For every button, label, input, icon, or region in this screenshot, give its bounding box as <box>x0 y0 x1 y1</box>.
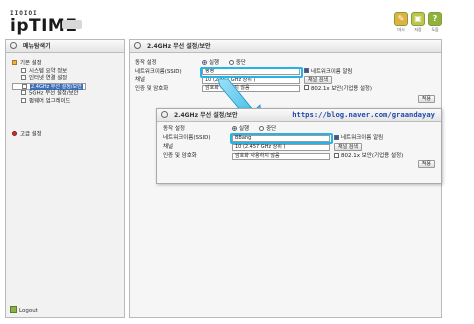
zoomed-form: 동작 설정 실행 중단 네트워크이름(SSID) BBang 네트워크이름 알림… <box>157 125 441 170</box>
menu-item-internet-settings[interactable]: 인터넷 연결 설정 <box>12 75 86 83</box>
zoom-row-apply: 적용 <box>157 160 441 170</box>
checkbox-icon <box>304 68 309 73</box>
menu-item-advanced-settings[interactable]: 고급 설정 <box>12 131 86 139</box>
model-name-blur <box>62 20 82 29</box>
zoom-ssid-highlight <box>230 133 333 144</box>
radio-icon <box>202 59 207 65</box>
advanced-dot-icon <box>12 131 17 136</box>
zoom-auth-select[interactable]: 암호화 사용하지 않음 <box>232 153 330 160</box>
save-icon[interactable]: ▣ <box>411 12 425 26</box>
ssid-highlight <box>200 67 303 78</box>
help-label: 도움 <box>431 27 439 32</box>
help-icon[interactable]: ? <box>428 12 442 26</box>
wireless-form: 동작 설정 실행 중단 네트워크이름(SSID) 빵빵 네트워크이름 알림 채널… <box>130 53 441 104</box>
menu-explorer-title: 메뉴탐색기 <box>6 40 124 53</box>
menu-explorer: 메뉴탐색기 기본 설정 시스템 요약 정보 인터넷 연결 설정 2.4GHz 무… <box>5 39 125 318</box>
wizard-label: 마시 <box>397 27 405 32</box>
search-icon <box>134 42 141 49</box>
checkbox-icon <box>334 152 339 158</box>
blog-watermark: https://blog.naver.com/graandayay <box>292 110 435 119</box>
zoom-channel-select[interactable]: 10 (2.457 GHz 상위 ) <box>232 143 330 151</box>
dot1x-checkbox[interactable]: 802.1x 보안(기업용 설정) <box>304 85 372 94</box>
auth-select[interactable]: 암호화 사용하지 않음 <box>202 85 300 93</box>
logout-icon <box>10 306 17 313</box>
radio-icon <box>228 59 234 65</box>
folder-icon <box>12 60 17 65</box>
menu-item-wireless-5ghz[interactable]: 5GHz 무선 설정/보안 <box>12 90 86 98</box>
checkbox-icon <box>304 85 309 90</box>
menu-item-basic-settings[interactable]: 기본 설정 <box>12 60 86 68</box>
logout-link[interactable]: Logout <box>10 306 38 314</box>
search-icon <box>10 42 17 49</box>
apply-button[interactable]: 적용 <box>417 95 435 103</box>
page-icon <box>21 97 26 103</box>
wireless-settings-title: 2.4GHz 무선 설정/보안 <box>130 40 441 53</box>
zoom-channel-search-button[interactable]: 채널 검색 <box>334 143 362 151</box>
page-icon <box>22 83 27 89</box>
zoom-dot1x-checkbox[interactable]: 802.1x 보안(기업용 설정) <box>334 152 403 161</box>
zoom-hide-ssid-checkbox[interactable]: 네트워크이름 알림 <box>334 134 383 143</box>
row-auth: 인증 및 암호화 암호화 사용하지 않음 802.1x 보안(기업용 설정) <box>135 85 372 94</box>
zoom-row-auth: 인증 및 암호화 암호화 사용하지 않음 802.1x 보안(기업용 설정) <box>163 152 404 161</box>
checkbox-icon <box>334 134 339 140</box>
hide-ssid-checkbox[interactable]: 네트워크이름 알림 <box>304 68 352 77</box>
row-apply: 적용 <box>130 95 441 104</box>
search-icon <box>161 111 168 118</box>
page-icon <box>21 90 26 95</box>
zoom-row-channel: 채널 10 (2.457 GHz 상위 ) 채널 검색 <box>157 143 441 152</box>
zoom-apply-button[interactable]: 적용 <box>417 160 435 168</box>
menu-tree: 기본 설정 시스템 요약 정보 인터넷 연결 설정 2.4GHz 무선 설정/보… <box>12 60 86 139</box>
radio-icon <box>232 125 237 131</box>
zoomed-settings-panel: 2.4GHz 무선 설정/보안 https://blog.naver.com/g… <box>156 108 442 184</box>
page-icon <box>21 75 26 80</box>
wizard-icon[interactable]: ✎ <box>394 12 408 26</box>
save-label: 저장 <box>414 27 422 32</box>
menu-item-wireless-24ghz[interactable]: 2.4GHz 무선 설정/보안 <box>12 82 86 90</box>
radio-icon <box>259 125 265 131</box>
router-admin-page: IIOIOI ipTIME ✎ 마시 ▣ 저장 ? 도움 메뉴탐색기 기본 설정… <box>0 0 474 324</box>
channel-search-button[interactable]: 채널 검색 <box>304 76 332 84</box>
page-icon <box>21 67 26 73</box>
menu-item-firmware-upgrade[interactable]: 펌웨어 업그레이드 <box>12 97 86 106</box>
header: IIOIOI ipTIME ✎ 마시 ▣ 저장 ? 도움 <box>4 2 470 38</box>
menu-item-system-summary[interactable]: 시스템 요약 정보 <box>12 67 86 76</box>
